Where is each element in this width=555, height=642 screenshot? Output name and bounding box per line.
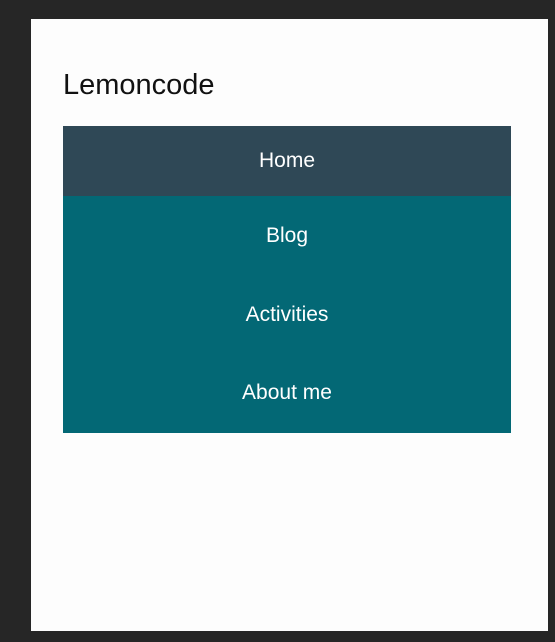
menu-item-about-me[interactable]: About me	[63, 354, 511, 432]
menu-item-home[interactable]: Home	[63, 126, 511, 196]
menu-item-blog[interactable]: Blog	[63, 196, 511, 276]
window-frame: Lemoncode Home Blog Activities About me	[0, 0, 555, 642]
site-logo-title: Lemoncode	[63, 69, 215, 101]
main-navigation-menu: Home Blog Activities About me	[63, 126, 511, 433]
page-content: Lemoncode Home Blog Activities About me	[31, 19, 548, 631]
menu-item-activities[interactable]: Activities	[63, 276, 511, 354]
